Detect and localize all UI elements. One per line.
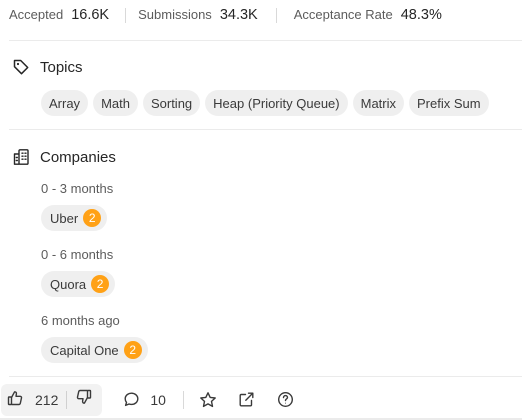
help-icon (277, 391, 294, 408)
count-badge: 2 (123, 341, 142, 359)
accepted-stat: Accepted 16.6K (9, 7, 109, 23)
topic-tag[interactable]: Prefix Sum (409, 90, 489, 116)
count-badge: 2 (91, 275, 110, 293)
submissions-value: 34.3K (219, 7, 258, 23)
comment-icon (123, 391, 140, 408)
companies-title: Companies (40, 148, 116, 166)
company-tag-uber[interactable]: Uber 2 (41, 205, 108, 231)
like-count: 212 (35, 391, 59, 408)
period-label: 6 months ago (41, 313, 120, 328)
topic-tag[interactable]: Math (93, 90, 138, 116)
share-icon (238, 391, 255, 408)
star-icon (199, 391, 217, 409)
topic-tag[interactable]: Array (41, 90, 89, 116)
stats-bar: Accepted 16.6K Submissions 34.3K Accepta… (0, 0, 522, 30)
topic-tag[interactable]: Sorting (142, 90, 201, 116)
comments-button[interactable]: 10 (113, 384, 166, 416)
submissions-stat: Submissions 34.3K (138, 7, 258, 23)
stat-separator (275, 7, 277, 23)
company-tag-capital-one[interactable]: Capital One 2 (41, 337, 148, 363)
thumbs-down-icon (76, 389, 92, 410)
topic-tag[interactable]: Heap (Priority Queue) (205, 90, 348, 116)
thumbs-up-icon (7, 390, 23, 409)
dislike-button[interactable] (67, 384, 102, 416)
period-label: 0 - 6 months (41, 247, 114, 262)
vote-group: 212 (1, 383, 103, 416)
like-button[interactable]: 212 (1, 384, 66, 416)
divider (9, 129, 522, 130)
accepted-value: 16.6K (71, 7, 110, 23)
acceptance-label: Acceptance Rate (293, 7, 393, 22)
acceptance-value: 48.3% (400, 7, 442, 23)
submissions-label: Submissions (138, 7, 212, 22)
topic-tag[interactable]: Matrix (352, 90, 405, 116)
divider (9, 40, 522, 41)
company-name: Quora (50, 276, 87, 292)
topics-header[interactable]: Topics (12, 58, 83, 76)
favorite-button[interactable] (199, 384, 217, 416)
acceptance-stat: Acceptance Rate 48.3% (294, 7, 442, 23)
topic-tags: Array Math Sorting Heap (Priority Queue)… (41, 90, 489, 116)
accepted-label: Accepted (9, 7, 64, 22)
footer-separator (182, 390, 184, 409)
tag-icon (12, 58, 30, 76)
comment-count: 10 (150, 391, 166, 408)
help-button[interactable] (277, 384, 294, 416)
count-badge: 2 (83, 209, 102, 227)
stat-separator (125, 7, 127, 23)
period-label: 0 - 3 months (41, 181, 114, 196)
topics-title: Topics (40, 58, 83, 76)
divider (9, 376, 522, 377)
companies-header[interactable]: Companies (12, 148, 116, 166)
building-icon (12, 148, 30, 166)
company-name: Capital One (50, 342, 119, 358)
share-button[interactable] (238, 384, 255, 416)
action-bar: 212 10 (0, 381, 522, 418)
company-name: Uber (50, 210, 79, 226)
company-tag-quora[interactable]: Quora 2 (41, 271, 116, 297)
